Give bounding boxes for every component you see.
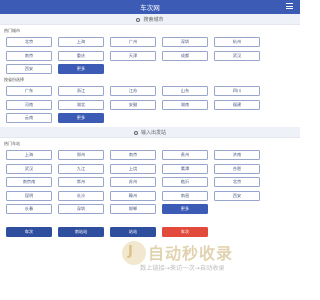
station-button[interactable]: 南京南 — [6, 177, 52, 187]
bottom-button[interactable]: 车次 — [162, 227, 208, 237]
station-button[interactable]: 深圳 — [58, 204, 104, 214]
station-button[interactable]: 郑州 — [58, 150, 104, 160]
more-button[interactable]: 更多 — [58, 64, 104, 74]
city-button[interactable]: 重庆 — [58, 50, 104, 61]
ad-subline: 数上链接→来访一次→自动收录 — [140, 265, 225, 272]
ad-headline: 自动秒收录 — [148, 244, 234, 263]
station-button[interactable]: 南京 — [110, 150, 156, 160]
ad-banner[interactable]: J 自动秒收录 数上链接→来访一次→自动收录 — [115, 237, 295, 275]
app-header: 车次网 — [0, 0, 300, 14]
hot-stations-label: 热门车站 — [4, 141, 20, 146]
station-button[interactable]: 常州 — [58, 177, 104, 187]
province-button[interactable]: 四川 — [214, 86, 260, 96]
province-button[interactable]: 河南 — [6, 99, 52, 110]
station-button[interactable]: 鹰潭 — [162, 163, 208, 174]
page-title: 车次网 — [140, 4, 160, 12]
station-button[interactable]: 西安 — [214, 190, 260, 201]
province-label: 按省份选择 — [4, 77, 24, 82]
city-button[interactable]: 南京 — [6, 50, 52, 61]
city-button[interactable]: 广州 — [110, 37, 156, 47]
station-button[interactable]: 上海 — [6, 150, 52, 160]
city-search-bar[interactable]: 搜索城市 — [0, 14, 300, 25]
bottom-button[interactable]: 站站 — [110, 227, 156, 237]
search-icon — [133, 130, 138, 135]
province-button[interactable]: 广东 — [6, 86, 52, 96]
city-button[interactable]: 天津 — [110, 50, 156, 61]
menu-icon[interactable] — [286, 3, 293, 9]
province-button[interactable]: 江苏 — [110, 86, 156, 96]
city-search-placeholder: 搜索城市 — [143, 17, 164, 23]
station-search-placeholder: 输入出发站 — [140, 130, 166, 136]
hot-cities-label: 热门城市 — [4, 28, 20, 33]
bottom-button[interactable]: 车次 — [6, 227, 52, 237]
city-button[interactable]: 北京 — [6, 37, 52, 47]
station-button[interactable]: 贵州 — [162, 150, 208, 160]
station-button[interactable]: 合肥 — [214, 163, 260, 174]
station-button[interactable]: 长春 — [6, 204, 52, 214]
bottom-button[interactable]: 南站站 — [58, 227, 104, 237]
city-button[interactable]: 杭州 — [214, 37, 260, 47]
city-button[interactable]: 西安 — [6, 64, 52, 74]
station-button[interactable]: 邯郸 — [110, 204, 156, 214]
province-button[interactable]: 安徽 — [110, 99, 156, 110]
station-button[interactable]: 赣州 — [110, 190, 156, 201]
more-button[interactable]: 更多 — [58, 113, 104, 123]
province-button[interactable]: 云南 — [6, 113, 52, 123]
station-button[interactable]: 北京 — [214, 177, 260, 187]
station-button[interactable]: 昆明 — [6, 190, 52, 201]
station-button[interactable]: 九江 — [58, 163, 104, 174]
station-button[interactable]: 武汉 — [6, 163, 52, 174]
station-button[interactable]: 苏州 — [110, 177, 156, 187]
city-button[interactable]: 成都 — [162, 50, 208, 61]
logo-icon: J — [122, 241, 146, 265]
province-button[interactable]: 福建 — [214, 99, 260, 110]
station-button[interactable]: 上饶 — [110, 163, 156, 174]
station-button[interactable]: 长沙 — [58, 190, 104, 201]
province-button[interactable]: 山东 — [162, 86, 208, 96]
city-button[interactable]: 深圳 — [162, 37, 208, 47]
station-button[interactable]: 临沂 — [162, 177, 208, 187]
city-button[interactable]: 上海 — [58, 37, 104, 47]
more-button[interactable]: 更多 — [162, 204, 208, 214]
city-button[interactable]: 武汉 — [214, 50, 260, 61]
search-icon — [136, 17, 141, 22]
province-button[interactable]: 湖北 — [58, 99, 104, 110]
station-search-bar[interactable]: 输入出发站 — [0, 127, 300, 138]
province-button[interactable]: 浙江 — [58, 86, 104, 96]
station-button[interactable]: 济南 — [214, 150, 260, 160]
station-button[interactable]: 南昌 — [162, 190, 208, 201]
province-button[interactable]: 湖南 — [162, 99, 208, 110]
